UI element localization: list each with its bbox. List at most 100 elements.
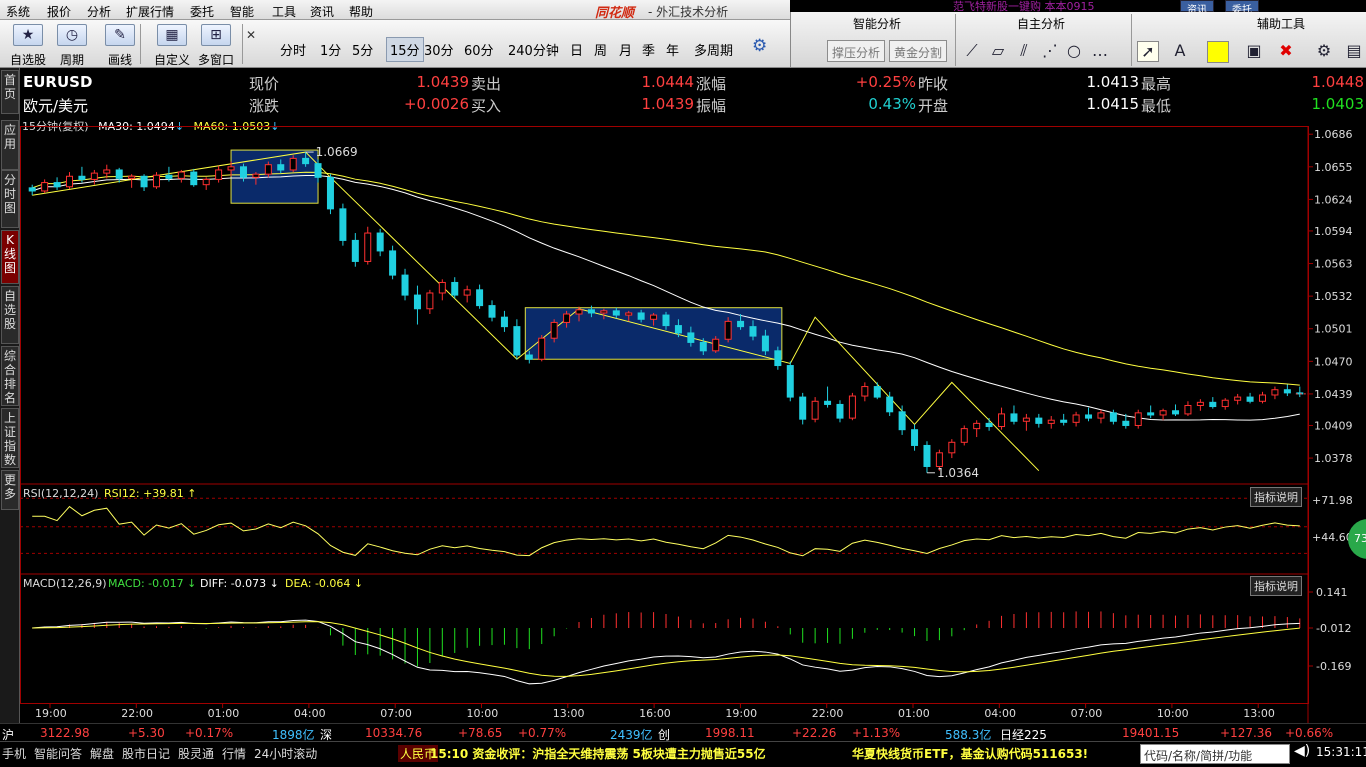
candle-body[interactable] bbox=[935, 452, 943, 467]
candle-body[interactable] bbox=[1271, 389, 1279, 396]
candle-body[interactable] bbox=[1109, 412, 1117, 422]
news-ticker-2[interactable]: 华夏快线货币ETF，基金认购代码511653! bbox=[852, 745, 1088, 762]
candle-body[interactable] bbox=[836, 403, 844, 419]
candle-body[interactable] bbox=[351, 239, 359, 262]
candle-body[interactable] bbox=[563, 313, 571, 323]
candle-body[interactable] bbox=[1072, 414, 1080, 423]
text-tool-icon[interactable]: A bbox=[1169, 41, 1191, 60]
candle-body[interactable] bbox=[600, 310, 608, 314]
candle-body[interactable] bbox=[314, 163, 322, 178]
candle-body[interactable] bbox=[140, 175, 148, 188]
candle-body[interactable] bbox=[326, 176, 334, 210]
menu-item[interactable]: 分析 bbox=[87, 3, 111, 20]
candle-body[interactable] bbox=[152, 174, 160, 188]
menu-item[interactable]: 帮助 bbox=[349, 3, 373, 20]
candle-body[interactable] bbox=[1159, 410, 1167, 416]
settings-icon[interactable]: ⚙ bbox=[1313, 41, 1335, 60]
candle-body[interactable] bbox=[1047, 419, 1055, 424]
news-ticker-1[interactable]: 15:10 资金收评：沪指全天维持震荡 5板块遭主力抛售近55亿 bbox=[430, 745, 766, 762]
period-tab[interactable]: 分时 bbox=[280, 40, 306, 59]
candle-body[interactable] bbox=[500, 316, 508, 328]
bottom-tab[interactable]: 智能问答 bbox=[34, 745, 82, 762]
candle-body[interactable] bbox=[264, 164, 272, 175]
candle-body[interactable] bbox=[898, 411, 906, 431]
candle-body[interactable] bbox=[289, 157, 297, 171]
candle-body[interactable] bbox=[65, 175, 73, 188]
candle-body[interactable] bbox=[1035, 417, 1043, 424]
candle-body[interactable] bbox=[973, 422, 981, 430]
candle-body[interactable] bbox=[699, 341, 707, 352]
golden-section-button[interactable]: 黄金分割 bbox=[889, 40, 948, 62]
candle-body[interactable] bbox=[985, 422, 993, 428]
candle-body[interactable] bbox=[1134, 412, 1142, 426]
candle-body[interactable] bbox=[476, 289, 484, 307]
candle-body[interactable] bbox=[811, 400, 819, 420]
candle-body[interactable] bbox=[438, 281, 446, 294]
candle-body[interactable] bbox=[1209, 401, 1217, 408]
candle-body[interactable] bbox=[1184, 404, 1192, 415]
more-tools-icon[interactable]: … bbox=[1089, 41, 1111, 60]
candle-body[interactable] bbox=[1172, 410, 1180, 415]
period-tab[interactable]: 1分 bbox=[320, 40, 341, 59]
candle-body[interactable] bbox=[463, 289, 471, 296]
ellipse-icon[interactable]: ○ bbox=[1063, 41, 1085, 60]
sh-value[interactable]: 3122.98 bbox=[40, 726, 90, 740]
candle-body[interactable] bbox=[1147, 412, 1155, 416]
candle-body[interactable] bbox=[650, 314, 658, 320]
period-tab[interactable]: 周 bbox=[594, 40, 607, 59]
candle-body[interactable] bbox=[302, 157, 310, 165]
period-tab[interactable]: 日 bbox=[570, 40, 583, 59]
candle-body[interactable] bbox=[923, 444, 931, 467]
candle-body[interactable] bbox=[78, 175, 86, 180]
save-icon[interactable]: ▣ bbox=[1243, 41, 1265, 60]
candle-body[interactable] bbox=[1234, 396, 1242, 401]
bottom-tab[interactable]: 行情 bbox=[222, 745, 246, 762]
candle-body[interactable] bbox=[848, 395, 856, 419]
candle-body[interactable] bbox=[712, 338, 720, 352]
left-tab[interactable]: 综合排名 bbox=[1, 346, 19, 406]
chart-settings-icon[interactable]: ▤ bbox=[1343, 41, 1365, 60]
candle-body[interactable] bbox=[41, 182, 49, 192]
left-tab[interactable]: K线图 bbox=[1, 230, 19, 284]
candle-body[interactable] bbox=[1246, 396, 1254, 402]
parallel-line-icon[interactable]: ⫽ bbox=[1013, 41, 1035, 61]
candle-body[interactable] bbox=[165, 174, 173, 179]
candle-body[interactable] bbox=[687, 332, 695, 343]
candle-body[interactable] bbox=[737, 320, 745, 328]
candle-body[interactable] bbox=[538, 337, 546, 360]
code-search-input[interactable]: 代码/名称/简拼/功能 bbox=[1140, 744, 1290, 764]
candle-body[interactable] bbox=[824, 400, 832, 405]
candle-body[interactable] bbox=[761, 335, 769, 352]
candle-body[interactable] bbox=[513, 326, 521, 356]
candle-body[interactable] bbox=[451, 281, 459, 296]
candle-body[interactable] bbox=[488, 305, 496, 318]
close-icon[interactable]: ✕ bbox=[246, 28, 256, 42]
left-tab[interactable]: 更多 bbox=[1, 470, 19, 510]
period-tab[interactable]: 30分 bbox=[424, 40, 454, 59]
candle-body[interactable] bbox=[227, 166, 235, 171]
candle-body[interactable] bbox=[550, 321, 558, 339]
nikkei-value[interactable]: 19401.15 bbox=[1122, 726, 1179, 740]
candle-body[interactable] bbox=[1085, 414, 1093, 419]
period-tab[interactable]: 年 bbox=[666, 40, 679, 59]
candle-body[interactable] bbox=[612, 310, 620, 316]
support-resistance-button[interactable]: 撑压分析 bbox=[827, 40, 886, 62]
left-tab[interactable]: 应用 bbox=[1, 120, 19, 170]
candle-body[interactable] bbox=[426, 292, 434, 310]
multiwindow-button[interactable]: ⊞ 多窗口 bbox=[194, 22, 238, 67]
period-tab[interactable]: 月 bbox=[619, 40, 632, 59]
macd-indicator-help-button[interactable]: 指标说明 bbox=[1250, 576, 1302, 596]
cy-value[interactable]: 1998.11 bbox=[705, 726, 755, 740]
candle-body[interactable] bbox=[339, 208, 347, 241]
candle-body[interactable] bbox=[886, 396, 894, 413]
candle-body[interactable] bbox=[413, 294, 421, 310]
bottom-tab[interactable]: 24小时滚动 bbox=[254, 745, 317, 762]
gear-icon[interactable]: ⚙ bbox=[752, 36, 767, 56]
period-tab[interactable]: 240分钟 bbox=[508, 40, 559, 59]
cursor-icon[interactable]: ➚ bbox=[1137, 41, 1159, 62]
promo-text[interactable]: 范飞特新股一键购 本本0915 bbox=[953, 0, 1095, 12]
candle-body[interactable] bbox=[861, 386, 869, 397]
candle-body[interactable] bbox=[190, 171, 198, 186]
menu-item[interactable]: 系统 bbox=[6, 3, 30, 20]
candle-body[interactable] bbox=[103, 169, 111, 174]
